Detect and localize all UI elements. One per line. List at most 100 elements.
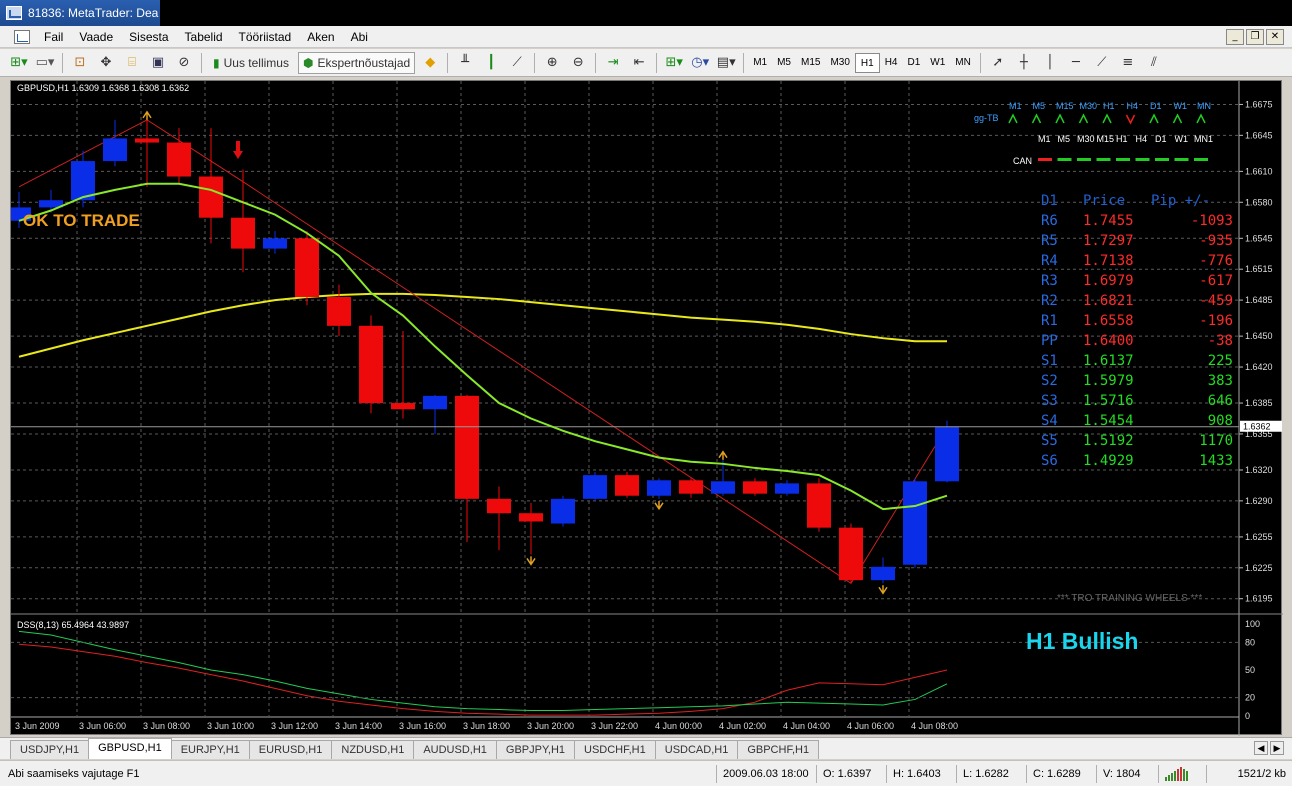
timeframe-m1[interactable]: M1 (748, 53, 772, 73)
bull-candle (423, 395, 447, 410)
pivot-name: R6 (1041, 213, 1058, 229)
fibonacci-icon[interactable]: ⫽ (1143, 52, 1165, 74)
can-signal-dash (1096, 158, 1111, 161)
crosshair-icon[interactable]: ┼ (1013, 52, 1035, 74)
tab-usdcad[interactable]: USDCAD,H1 (654, 740, 739, 759)
pivot-price: 1.6979 (1083, 273, 1134, 289)
gg-tb-timeframe: MN (1197, 101, 1211, 111)
close-icon[interactable]: ✕ (1266, 29, 1284, 45)
ma-line (18, 292, 947, 358)
vertical-line-icon[interactable]: │ (1039, 52, 1061, 74)
periods-icon[interactable]: ◷▾ (689, 52, 711, 74)
timeframe-h1[interactable]: H1 (854, 52, 880, 73)
navigator-icon[interactable]: ✥ (95, 52, 117, 74)
dss-header: DSS(8,13) 65.4964 43.9897 (17, 620, 129, 630)
tab-eurusd[interactable]: EURUSD,H1 (248, 740, 333, 759)
chart-shift-icon[interactable]: ⇤ (628, 52, 650, 74)
tab-nzdusd[interactable]: NZDUSD,H1 (331, 740, 415, 759)
chart-window-icon[interactable] (14, 29, 30, 44)
tab-scroll-right-icon[interactable]: ▶ (1270, 741, 1284, 755)
menu-charts[interactable]: Tabelid (177, 30, 231, 44)
price-tick-label: 1.6385 (1245, 398, 1273, 408)
time-tick-label: 3 Jun 06:00 (79, 721, 126, 731)
dss-tick-label: 50 (1245, 665, 1255, 675)
pivot-name: S3 (1041, 393, 1058, 409)
minimize-icon[interactable]: _ (1226, 29, 1244, 45)
menu-help[interactable]: Abi (343, 30, 376, 44)
chart-tabs: USDJPY,H1 GBPUSD,H1 EURJPY,H1 EURUSD,H1 … (0, 737, 1292, 759)
timeframe-d1[interactable]: D1 (903, 53, 926, 73)
bull-candle (711, 481, 735, 494)
profiles-icon[interactable]: ▭▾ (34, 52, 56, 74)
pivot-price: 1.4929 (1083, 453, 1134, 469)
menu-window[interactable]: Aken (299, 30, 342, 44)
pivot-table: D1 Price Pip +/- R6 1.7455 -1093 R5 1.7297 -9… (1041, 193, 1233, 469)
timeframe-w1[interactable]: W1 (925, 53, 950, 73)
trend-up-icon (1172, 113, 1183, 124)
pivot-price: 1.6400 (1083, 333, 1134, 349)
pivot-pip: -196 (1199, 313, 1233, 329)
tab-gbpjpy[interactable]: GBPJPY,H1 (495, 740, 576, 759)
pivot-name: PP (1041, 333, 1058, 349)
tab-audusd[interactable]: AUDUSD,H1 (413, 740, 497, 759)
status-low: L: 1.6282 (956, 764, 1026, 783)
tab-scroll-left-icon[interactable]: ◀ (1254, 741, 1268, 755)
warning-icon[interactable]: ◆ (419, 52, 441, 74)
gg-tb-indicator: gg-TB M1 M5 M15 M30 H1 H4 D1 W1 MN (974, 101, 1211, 125)
menu-tools[interactable]: Tööriistad (231, 30, 300, 44)
templates-icon[interactable]: ▤▾ (715, 52, 737, 74)
equidistant-channel-icon[interactable]: ≡ (1117, 52, 1139, 74)
tab-gbpchf[interactable]: GBPCHF,H1 (737, 740, 820, 759)
menu-insert[interactable]: Sisesta (121, 30, 176, 44)
pivot-price: 1.7138 (1083, 253, 1134, 269)
bull-candle (647, 480, 671, 496)
candlestick-chart-icon[interactable]: ┃ (480, 52, 502, 74)
horizontal-line-icon[interactable]: ─ (1065, 52, 1087, 74)
bull-candle (903, 481, 927, 565)
pivot-pip: -459 (1199, 293, 1233, 309)
bar-chart-icon[interactable]: ╨ (454, 52, 476, 74)
status-high: H: 1.6403 (886, 764, 956, 783)
zoom-out-icon[interactable]: ⊖ (567, 52, 589, 74)
zoom-in-icon[interactable]: ⊕ (541, 52, 563, 74)
pivot-header-pip: Pip +/- (1151, 193, 1210, 209)
tab-eurjpy[interactable]: EURJPY,H1 (170, 740, 250, 759)
trend-up-icon (1031, 113, 1042, 124)
tab-usdjpy[interactable]: USDJPY,H1 (10, 740, 90, 759)
market-watch-icon[interactable]: ⊡ (69, 52, 91, 74)
menu-view[interactable]: Vaade (71, 30, 121, 44)
tester-icon[interactable]: ⊘ (173, 52, 195, 74)
trendline-icon[interactable]: ⟋ (1091, 52, 1113, 74)
line-chart-icon[interactable]: ⟋ (506, 52, 528, 74)
terminal-icon[interactable]: ▣ (147, 52, 169, 74)
expert-advisors-button[interactable]: ⬢ Ekspertnõustajad (297, 51, 416, 74)
tab-usdchf[interactable]: USDCHF,H1 (574, 740, 656, 759)
restore-icon[interactable]: ❐ (1246, 29, 1264, 45)
time-tick-label: 3 Jun 14:00 (335, 721, 382, 731)
timeframe-m5[interactable]: M5 (772, 53, 796, 73)
cursor-icon[interactable]: ➚ (987, 52, 1009, 74)
new-chart-icon[interactable]: ⊞▾ (8, 52, 30, 74)
tab-gbpusd[interactable]: GBPUSD,H1 (88, 738, 172, 759)
timeframe-mn[interactable]: MN (950, 53, 976, 73)
pivot-price: 1.6821 (1083, 293, 1134, 309)
timeframe-m30[interactable]: M30 (825, 53, 854, 73)
chart-window[interactable]: 1.6675 1.6645 1.6610 1.6580 1.6545 1.6515 1.64… (10, 80, 1283, 736)
time-tick-label: 3 Jun 12:00 (271, 721, 318, 731)
can-indicator: CAN M1 M5 M30 M15 H1 H4 D1 W1 MN1 (1013, 134, 1213, 166)
connection-bars-icon[interactable] (1158, 764, 1206, 783)
trend-up-icon (1078, 113, 1089, 124)
toolbar: ⊞▾ ▭▾ ⊡ ✥ ⌸ ▣ ⊘ ▮ Uus tellimus ⬢ Ekspertnõ… (0, 49, 1292, 77)
folder-icon[interactable]: ⌸ (121, 52, 143, 74)
timeframe-h4[interactable]: H4 (880, 53, 903, 73)
price-tick-label: 1.6420 (1245, 362, 1273, 372)
price-tick-label: 1.6610 (1245, 166, 1273, 176)
can-signal-dash (1194, 158, 1208, 161)
timeframe-m15[interactable]: M15 (796, 53, 825, 73)
new-order-button[interactable]: ▮ Uus tellimus (208, 52, 294, 74)
indicators-icon[interactable]: ⊞▾ (663, 52, 685, 74)
title-bar: 81836: MetaTrader: Dea (0, 0, 160, 26)
menu-file[interactable]: Fail (36, 30, 71, 44)
autoscroll-icon[interactable]: ⇥ (602, 52, 624, 74)
pivot-price: 1.5979 (1083, 373, 1134, 389)
